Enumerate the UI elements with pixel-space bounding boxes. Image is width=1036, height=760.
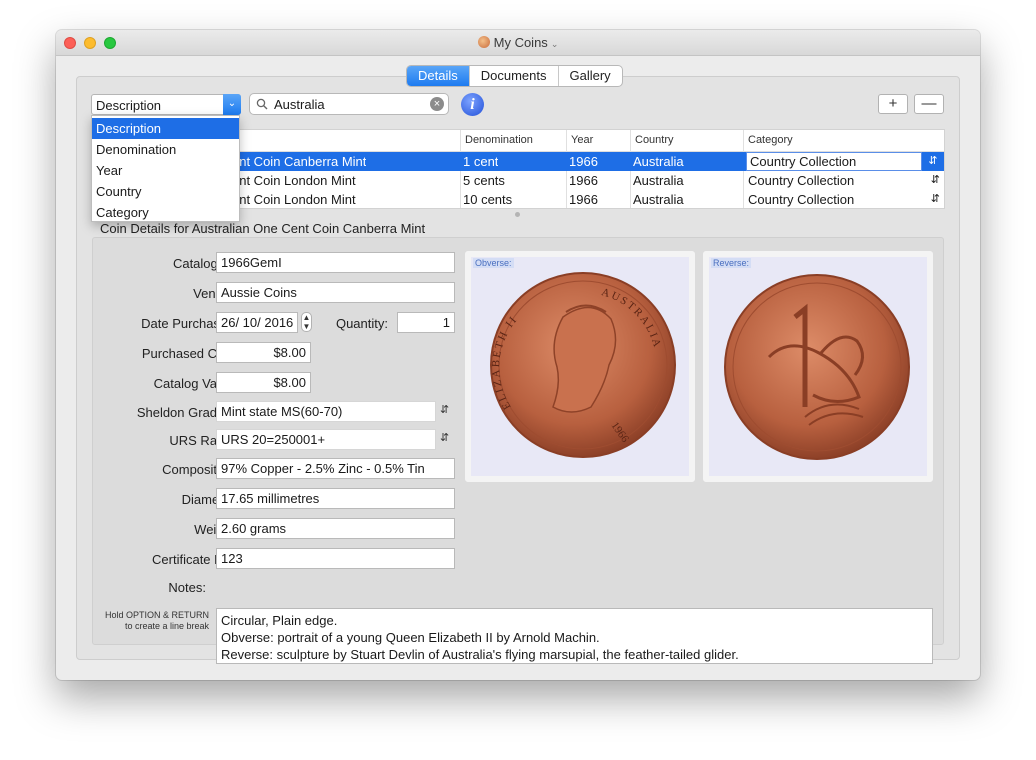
menu-item-year[interactable]: Year [92, 160, 239, 181]
notes-line: Reverse: sculpture by Stuart Devlin of A… [221, 647, 739, 662]
certificate-no-field[interactable]: 123 [216, 548, 455, 569]
cell-category[interactable]: Country Collection [748, 192, 854, 207]
cell-description: ent Coin London Mint [232, 173, 356, 188]
notes-textarea[interactable]: Circular, Plain edge. Obverse: portrait … [216, 608, 933, 664]
split-view-handle[interactable] [515, 212, 520, 217]
category-stepper-icon[interactable]: ⇵ [931, 192, 940, 205]
column-header-denomination[interactable]: Denomination [465, 134, 533, 146]
cell-country: Australia [633, 192, 684, 207]
window-title-area[interactable]: My Coins ⌄ [56, 35, 980, 50]
reverse-coin-picture [724, 274, 910, 460]
diameter-field[interactable]: 17.65 millimetres [216, 488, 455, 509]
cell-denomination: 10 cents [463, 192, 513, 207]
cell-description: ent Coin Canberra Mint [232, 154, 367, 169]
quantity-field[interactable]: 1 [397, 312, 455, 333]
info-button[interactable]: i [461, 93, 484, 116]
cell-denomination: 1 cent [463, 154, 499, 169]
cell-country: Australia [633, 154, 684, 169]
obverse-coin-picture: ELIZABETH II AUSTRALIA 1966 [490, 272, 676, 458]
composition-field[interactable]: 97% Copper - 2.5% Zinc - 0.5% Tin [216, 458, 455, 479]
column-header-country[interactable]: Country [635, 134, 674, 146]
tab-gallery[interactable]: Gallery [559, 66, 622, 86]
obverse-image-well[interactable]: ELIZABETH II AUSTRALIA 1966 Obverse: [465, 251, 695, 482]
details-heading: Coin Details for Australian One Cent Coi… [100, 221, 426, 236]
chevron-down-icon: ⌄ [550, 39, 559, 49]
column-header-year[interactable]: Year [571, 134, 593, 146]
cell-year: 1966 [569, 173, 598, 188]
cell-country: Australia [633, 173, 684, 188]
search-field-popup-value: Description [96, 98, 162, 113]
updown-arrows-icon[interactable]: ⇵ [440, 431, 449, 444]
menu-item-category[interactable]: Category [92, 202, 239, 223]
view-tabs: Details Documents Gallery [406, 65, 623, 87]
updown-arrows-icon[interactable]: ⇵ [440, 403, 449, 416]
search-field-menu: Description Denomination Year Country Ca… [91, 115, 240, 222]
tab-details[interactable]: Details [407, 66, 470, 86]
menu-item-country[interactable]: Country [92, 181, 239, 202]
urs-rarity-select[interactable]: URS 20=250001+ [216, 429, 436, 450]
category-stepper-icon[interactable]: ⇵ [931, 173, 940, 186]
search-input[interactable]: Australia × [249, 93, 449, 115]
remove-coin-button[interactable]: — [914, 94, 944, 114]
notes-hint: Hold OPTION & RETURN to create a line br… [93, 610, 209, 632]
label-notes: Notes: [168, 580, 206, 595]
cell-denomination: 5 cents [463, 173, 505, 188]
document-icon [477, 36, 490, 48]
cell-category: Country Collection [750, 154, 857, 169]
add-coin-button[interactable]: + [878, 94, 908, 114]
reverse-caption: Reverse: [711, 258, 752, 268]
cell-year: 1966 [569, 192, 598, 207]
search-icon [256, 98, 268, 110]
cell-description: ent Coin London Mint [232, 192, 356, 207]
obverse-caption: Obverse: [473, 258, 514, 268]
notes-hint-line: to create a line break [124, 621, 209, 631]
cell-year: 1966 [569, 154, 598, 169]
app-window: My Coins ⌄ Details Documents Gallery Desc… [56, 30, 980, 680]
column-header-category[interactable]: Category [748, 134, 793, 146]
label-quantity: Quantity: [335, 316, 388, 331]
search-value: Australia [274, 97, 325, 112]
sheldon-grading-select[interactable]: Mint state MS(60-70) [216, 401, 436, 422]
details-panel: Catalog ID: 1966GemI Vendor: Aussie Coin… [92, 237, 944, 664]
category-select[interactable]: Country Collection [746, 152, 922, 171]
cell-category[interactable]: Country Collection [748, 173, 854, 188]
menu-item-denomination[interactable]: Denomination [92, 139, 239, 160]
catalog-value-field[interactable]: $8.00 [216, 372, 311, 393]
category-stepper-icon[interactable]: ⇵ [922, 152, 944, 171]
vendor-field[interactable]: Aussie Coins [216, 282, 455, 303]
notes-hint-line: Hold OPTION & RETURN [104, 610, 209, 620]
date-purchased-field[interactable]: 26/ 10/ 2016 [216, 312, 298, 333]
notes-line: Obverse: portrait of a young Queen Eliza… [221, 630, 600, 645]
weight-field[interactable]: 2.60 grams [216, 518, 455, 539]
clear-search-icon[interactable]: × [430, 97, 444, 111]
tab-documents[interactable]: Documents [470, 66, 559, 86]
search-field-popup[interactable]: Description ⌄ [91, 94, 241, 115]
reverse-image: Reverse: [709, 257, 927, 476]
reverse-image-well[interactable]: Reverse: [703, 251, 933, 482]
obverse-image: ELIZABETH II AUSTRALIA 1966 Obverse: [471, 257, 689, 476]
title-bar: My Coins ⌄ [56, 30, 980, 56]
chevron-down-icon: ⌄ [223, 94, 241, 115]
notes-line: Circular, Plain edge. [221, 613, 338, 628]
catalog-id-field[interactable]: 1966GemI [216, 252, 455, 273]
purchased-cost-field[interactable]: $8.00 [216, 342, 311, 363]
date-stepper[interactable]: ▲ ▼ [301, 312, 312, 332]
window-title: My Coins [493, 35, 548, 50]
menu-item-description[interactable]: Description [92, 118, 239, 139]
